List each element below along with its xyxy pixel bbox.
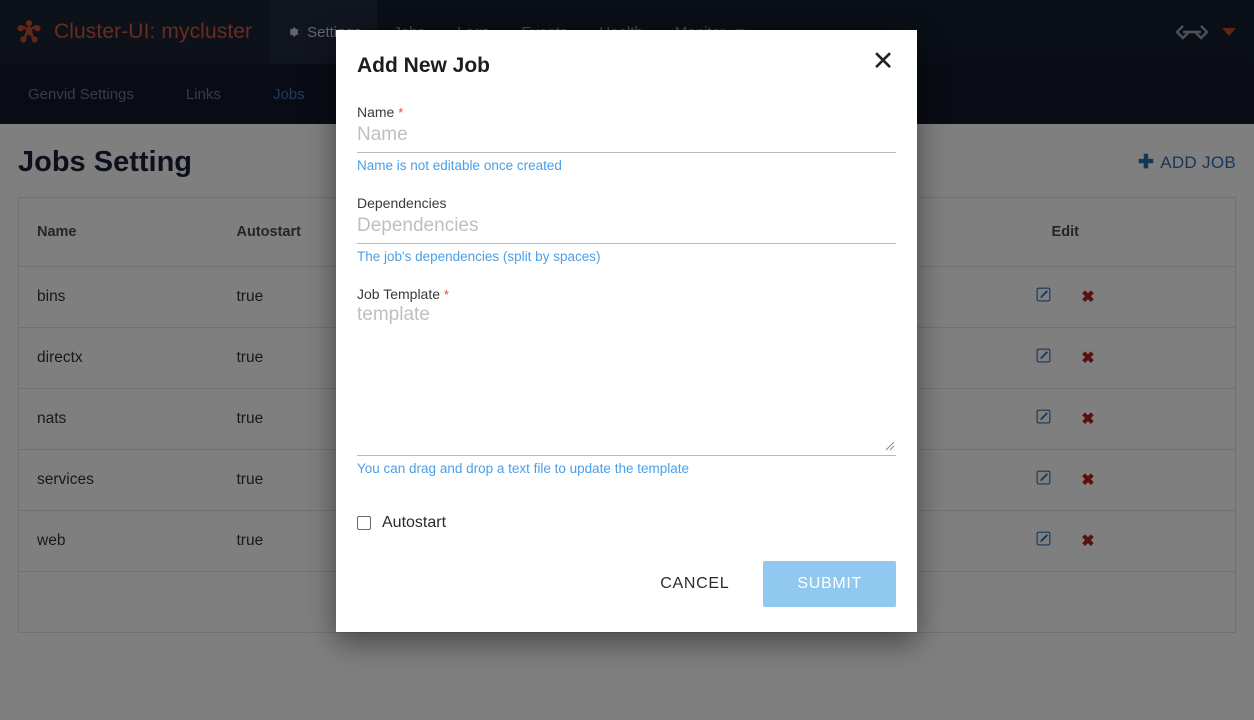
autostart-checkbox-row[interactable]: Autostart — [357, 514, 896, 532]
dependencies-input[interactable] — [357, 213, 896, 244]
name-input[interactable] — [357, 122, 896, 153]
job-template-input-wrap — [357, 304, 896, 456]
name-required-marker: * — [398, 105, 404, 120]
cancel-button[interactable]: CANCEL — [642, 563, 747, 605]
dependencies-field-group: Dependencies The job's dependencies (spl… — [357, 195, 896, 264]
dependencies-field-hint: The job's dependencies (split by spaces) — [357, 249, 601, 264]
name-field-hint: Name is not editable once created — [357, 158, 562, 173]
autostart-checkbox[interactable] — [357, 516, 371, 530]
job-template-textarea[interactable] — [357, 304, 896, 456]
dialog-actions: CANCEL SUBMIT — [357, 561, 896, 607]
job-template-field-hint: You can drag and drop a text file to upd… — [357, 461, 689, 476]
name-field-label: Name * — [357, 104, 896, 120]
dependencies-field-label: Dependencies — [357, 195, 447, 211]
submit-button[interactable]: SUBMIT — [763, 561, 896, 607]
name-label-text: Name — [357, 104, 395, 120]
app-root: Cluster-UI: mycluster Settings Jobs Logs… — [0, 0, 1254, 720]
name-field-group: Name * Name is not editable once created — [357, 104, 896, 173]
job-template-required-marker: * — [443, 287, 449, 302]
job-template-field-group: Job Template * You can drag and drop a t… — [357, 286, 896, 476]
job-template-label-text: Job Template — [357, 286, 441, 302]
close-icon[interactable]: ✕ — [866, 44, 900, 78]
job-template-field-label: Job Template * — [357, 286, 896, 302]
autostart-checkbox-label: Autostart — [382, 514, 447, 531]
add-new-job-dialog: ✕ Add New Job Name * Name is not editabl… — [336, 30, 917, 632]
dialog-title: Add New Job — [357, 54, 491, 77]
